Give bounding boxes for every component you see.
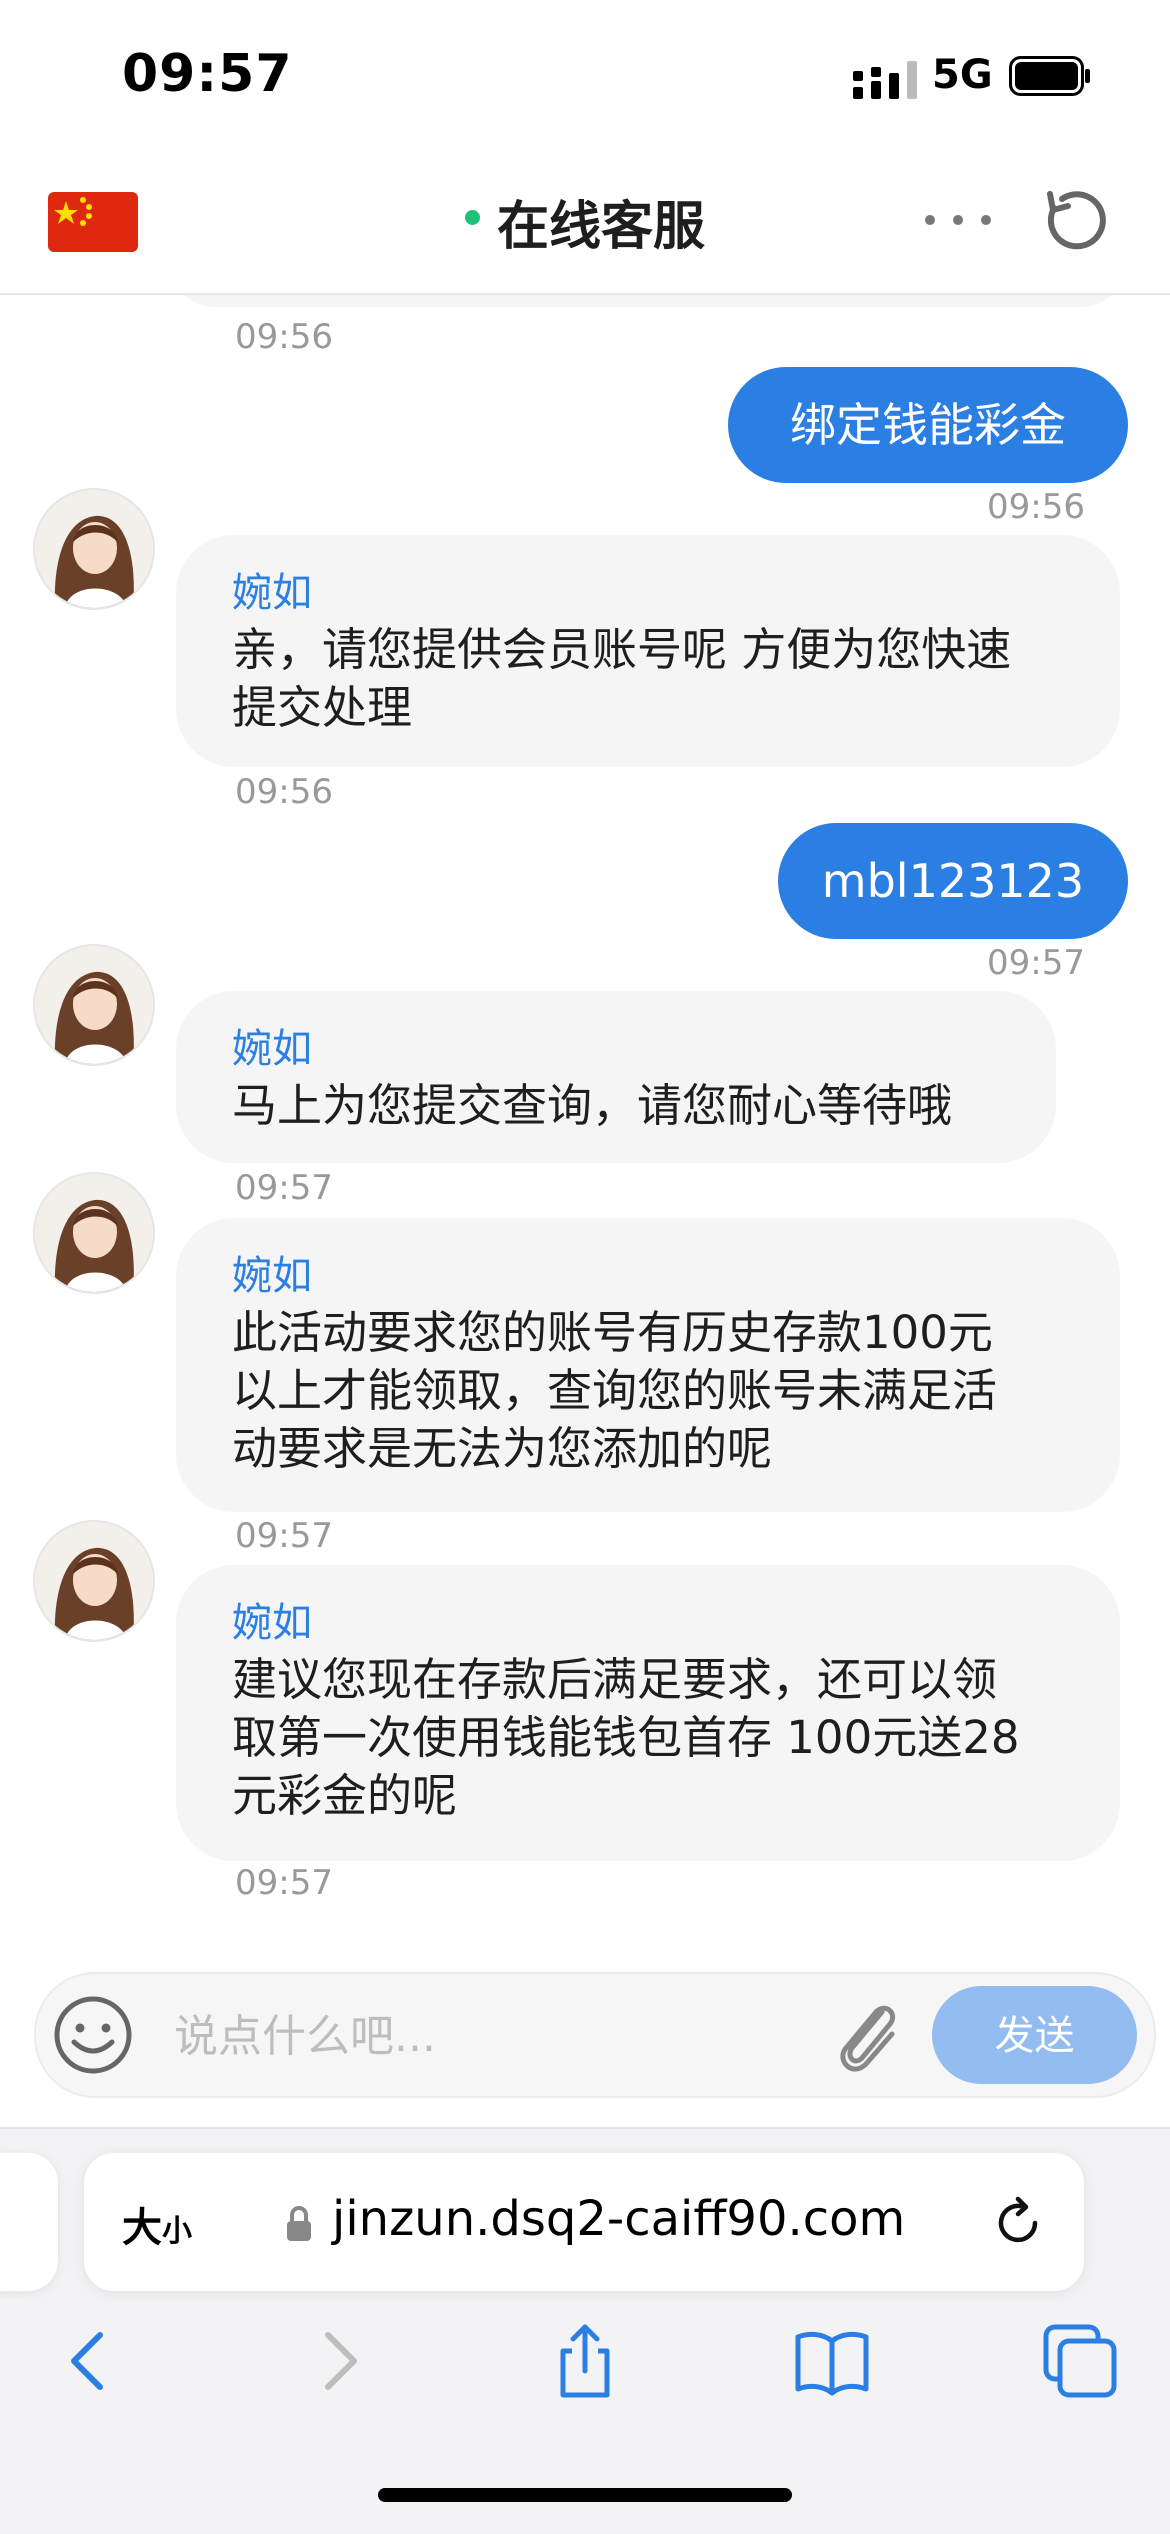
message-time: 09:56 (987, 487, 1085, 527)
share-icon[interactable] (545, 2321, 625, 2401)
lock-icon (287, 2206, 311, 2241)
reload-icon[interactable] (988, 2193, 1048, 2253)
agent-name: 婉如 (232, 570, 312, 616)
browser-toolbar: 大小 jinzun.dsq2-caiff90.com (0, 2127, 1170, 2534)
emoji-icon[interactable] (52, 1994, 134, 2076)
message-line: 动要求是无法为您添加的呢 (232, 1422, 773, 1475)
agent-name: 婉如 (232, 1600, 312, 1646)
message-line: 取第一次使用钱能钱包首存 100元送28 (232, 1711, 1020, 1764)
text-size-button[interactable]: 大小 (122, 2195, 192, 2253)
home-indicator (378, 2488, 792, 2502)
user-message-bubble: 绑定钱能彩金 (728, 367, 1128, 483)
avatar-image (35, 946, 153, 1064)
message-input[interactable] (172, 1996, 816, 2076)
agent-message-bubble: 婉如 亲，请您提供会员账号呢 方便为您快速 提交处理 (176, 535, 1120, 767)
signal-icon (853, 61, 917, 99)
avatar-image (35, 1174, 153, 1292)
message-line: 建议您现在存款后满足要求，还可以领 (232, 1653, 998, 1706)
agent-avatar[interactable] (33, 1520, 155, 1642)
previous-message-bubble (176, 295, 1120, 307)
online-status-icon (464, 210, 480, 225)
battery-icon (1009, 56, 1090, 96)
status-bar: 09:57 5G (0, 0, 1170, 150)
more-options-icon[interactable] (920, 208, 996, 232)
network-type: 5G (932, 52, 993, 98)
agent-avatar[interactable] (33, 944, 155, 1066)
message-time: 09:56 (235, 317, 333, 357)
message-line: 元彩金的呢 (232, 1769, 458, 1822)
agent-message-bubble: 婉如 此活动要求您的账号有历史存款100元 以上才能领取，查询您的账号未满足活 … (176, 1218, 1120, 1512)
avatar-image (35, 490, 153, 608)
message-line: 亲，请您提供会员账号呢 方便为您快速 (232, 623, 1012, 676)
attachment-icon[interactable] (826, 1990, 906, 2080)
agent-name: 婉如 (232, 1026, 312, 1072)
forward-icon[interactable] (300, 2321, 380, 2401)
message-line: 此活动要求您的账号有历史存款100元 (232, 1306, 993, 1359)
text-size-big: 大 (122, 2205, 162, 2251)
agent-name: 婉如 (232, 1253, 312, 1299)
back-icon[interactable] (48, 2321, 128, 2401)
chat-header: 在线客服 (0, 150, 1170, 295)
text-size-small: 小 (162, 2214, 192, 2249)
user-message-bubble: mbl123123 (778, 823, 1128, 939)
message-time: 09:56 (235, 772, 333, 812)
message-line: 提交处理 (232, 681, 413, 734)
agent-message-bubble: 婉如 马上为您提交查询，请您耐心等待哦 (176, 991, 1056, 1163)
message-composer: 发送 (34, 1972, 1156, 2098)
avatar-image (35, 1522, 153, 1640)
status-time: 09:57 (122, 44, 293, 104)
refresh-icon[interactable] (1040, 186, 1110, 256)
agent-avatar[interactable] (33, 488, 155, 610)
agent-avatar[interactable] (33, 1172, 155, 1294)
message-time: 09:57 (235, 1168, 333, 1208)
send-button[interactable]: 发送 (932, 1986, 1137, 2084)
message-time: 09:57 (235, 1516, 333, 1556)
previous-tab-peek[interactable] (0, 2153, 58, 2291)
agent-message-bubble: 婉如 建议您现在存款后满足要求，还可以领 取第一次使用钱能钱包首存 100元送2… (176, 1565, 1120, 1861)
message-time: 09:57 (987, 943, 1085, 983)
message-line: 以上才能领取，查询您的账号未满足活 (232, 1364, 998, 1417)
chat-messages[interactable]: 09:56 绑定钱能彩金 09:56 婉如 亲，请您提供会员账号呢 方便为您快速… (0, 295, 1170, 1915)
bookmarks-icon[interactable] (792, 2321, 872, 2401)
url-text[interactable]: jinzun.dsq2-caiff90.com (332, 2191, 905, 2247)
page-title: 在线客服 (497, 197, 706, 257)
message-time: 09:57 (235, 1863, 333, 1903)
message-line: 马上为您提交查询，请您耐心等待哦 (232, 1079, 953, 1132)
tabs-icon[interactable] (1040, 2321, 1120, 2401)
address-bar[interactable]: 大小 jinzun.dsq2-caiff90.com (84, 2153, 1084, 2291)
